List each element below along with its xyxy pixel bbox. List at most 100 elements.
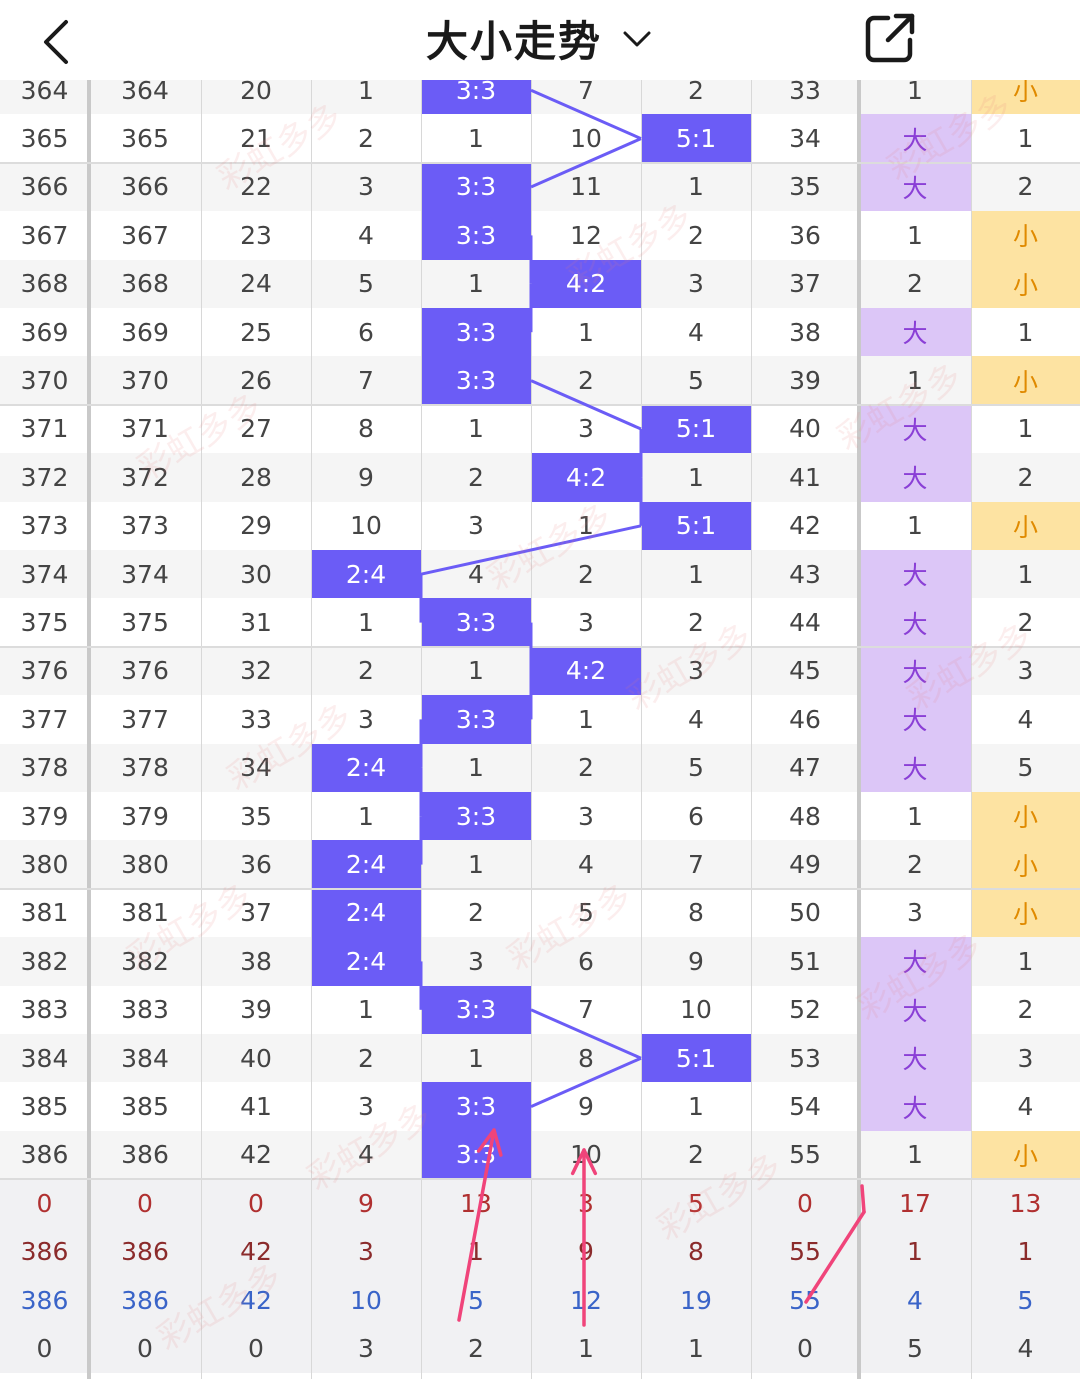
cell-ratio-4-2: 7 — [578, 80, 594, 105]
cell-small-col: 小 — [971, 1130, 1080, 1180]
table-row: 383 383 39 1 3:3 7 10 52 大 2 — [0, 985, 1080, 1034]
stats-row: 386 386 42 10 5 12 19 55 4 5 — [0, 1276, 1080, 1325]
cell-ratio-3-3: 3:3 — [421, 80, 531, 115]
cell-issue-no-2: 373 — [121, 511, 169, 541]
cell-ratio-5-1: 5 — [688, 1188, 704, 1218]
cell-ratio-6-0: 0 — [797, 1334, 813, 1364]
cell-ratio-5-1: 5 — [688, 366, 704, 396]
cell-ratio-4-2: 1 — [578, 704, 594, 734]
cell-issue-no: 365 — [20, 124, 69, 154]
cell-big-col: 2 — [907, 269, 923, 299]
cell-ratio-5-1: 8 — [688, 898, 704, 928]
cell-issue-no: 384 — [20, 1043, 69, 1073]
cell-ratio-5-1: 2 — [688, 1140, 704, 1170]
cell-ratio-4-2: 3 — [578, 414, 594, 444]
cell-col-3: 37 — [240, 898, 272, 928]
table-row: 367 367 23 4 3:3 12 2 36 1 小 — [0, 211, 1080, 260]
cell-small-col: 小 — [971, 501, 1080, 550]
cell-ratio-4-2: 12 — [570, 1285, 602, 1315]
cell-ratio-6-0: 44 — [789, 608, 821, 638]
cell-issue-no: 375 — [20, 608, 69, 638]
cell-ratio-4-2: 6 — [578, 946, 594, 976]
cell-small-col: 4 — [1017, 1334, 1034, 1364]
cell-big-col: 1 — [907, 220, 923, 250]
cell-ratio-5-1: 3 — [688, 269, 704, 299]
cell-ratio-2-4: 10 — [350, 511, 382, 541]
cell-issue-no-2: 365 — [121, 124, 169, 154]
cell-col-3: 34 — [240, 753, 272, 783]
cell-ratio-6-0: 54 — [789, 1092, 821, 1122]
stats-row: 386 386 42 3 1 9 8 55 1 1 — [0, 1227, 1080, 1276]
column-divider — [641, 80, 642, 1379]
table-row: 385 385 41 3 3:3 9 1 54 大 4 — [0, 1082, 1080, 1131]
table-row: 378 378 34 2:4 1 2 5 47 大 5 — [0, 743, 1080, 792]
cell-issue-no-2: 383 — [121, 995, 169, 1025]
cell-ratio-5-1: 1 — [688, 1334, 704, 1364]
cell-ratio-4-2: 2 — [578, 366, 594, 396]
cell-issue-no-2: 374 — [121, 559, 169, 589]
cell-big-col: 大 — [859, 598, 971, 647]
cell-ratio-3-3: 3:3 — [421, 792, 531, 841]
cell-ratio-5-1: 5:1 — [641, 501, 751, 550]
cell-big-col: 大 — [859, 1082, 971, 1131]
cell-col-3: 36 — [240, 850, 272, 880]
cell-ratio-4-2: 3 — [578, 608, 594, 638]
table-row: 379 379 35 1 3:3 3 6 48 1 小 — [0, 792, 1080, 841]
cell-ratio-5-1: 1 — [688, 559, 704, 589]
trend-table[interactable]: 364 364 20 1 3:3 7 2 33 1 小 365 365 21 2 1 10 5:1 34 大 1 366… — [0, 80, 1080, 1379]
cell-small-col: 4 — [1017, 704, 1034, 734]
cell-issue-no-2: 377 — [121, 704, 169, 734]
cell-col-3: 29 — [240, 511, 272, 541]
stats-divider — [0, 1178, 1080, 1181]
cell-ratio-3-3: 3:3 — [421, 356, 531, 405]
cell-issue-no-2: 375 — [121, 608, 169, 638]
cell-issue-no: 374 — [20, 559, 69, 589]
cell-ratio-5-1: 5:1 — [641, 404, 751, 454]
cell-ratio-3-3: 1 — [468, 124, 484, 154]
cell-col-3: 30 — [240, 559, 272, 589]
cell-ratio-4-2: 1 — [578, 317, 594, 347]
cell-ratio-6-0: 55 — [789, 1237, 821, 1267]
cell-ratio-2-4: 4 — [358, 220, 374, 250]
cell-col-3: 20 — [240, 80, 272, 105]
cell-issue-no-2: 371 — [121, 414, 169, 444]
cell-ratio-2-4: 3 — [358, 704, 374, 734]
cell-big-col: 1 — [907, 80, 923, 105]
cell-ratio-3-3: 1 — [468, 656, 484, 686]
cell-big-col: 1 — [907, 511, 923, 541]
cell-issue-no: 386 — [20, 1285, 69, 1315]
table-row: 366 366 22 3 3:3 11 1 35 大 2 — [0, 162, 1080, 212]
cell-big-col: 5 — [907, 1334, 923, 1364]
cell-issue-no-2: 0 — [137, 1334, 153, 1364]
cell-ratio-5-1: 19 — [680, 1285, 712, 1315]
cell-small-col: 5 — [1017, 1285, 1034, 1315]
cell-issue-no: 386 — [20, 1140, 69, 1170]
cell-col-3: 40 — [240, 1043, 272, 1073]
cell-issue-no: 385 — [20, 1092, 69, 1122]
cell-ratio-2-4: 3 — [358, 1334, 374, 1364]
cell-small-col: 13 — [1009, 1188, 1042, 1218]
cell-issue-no: 0 — [36, 1188, 53, 1218]
share-button[interactable] — [858, 6, 922, 70]
cell-issue-no-2: 368 — [121, 269, 169, 299]
cell-ratio-6-0: 47 — [789, 753, 821, 783]
cell-issue-no-2: 380 — [121, 850, 169, 880]
cell-ratio-4-2: 3 — [578, 801, 594, 831]
cell-big-col: 大 — [859, 695, 971, 744]
table-row: 368 368 24 5 1 4:2 3 37 2 小 — [0, 259, 1080, 308]
cell-ratio-3-3: 4 — [468, 559, 484, 589]
column-divider — [311, 80, 312, 1379]
cell-ratio-6-0: 55 — [789, 1285, 821, 1315]
cell-ratio-3-3: 3:3 — [421, 1130, 531, 1180]
cell-big-col: 大 — [859, 404, 971, 454]
cell-ratio-6-0: 42 — [789, 511, 821, 541]
cell-ratio-6-0: 39 — [789, 366, 821, 396]
cell-big-col: 1 — [907, 366, 923, 396]
cell-ratio-3-3: 2 — [468, 898, 484, 928]
cell-col-3: 26 — [240, 366, 272, 396]
cell-big-col: 大 — [859, 162, 971, 212]
cell-issue-no-2: 379 — [121, 801, 169, 831]
group-divider — [0, 161, 1080, 164]
cell-ratio-2-4: 2:4 — [311, 743, 421, 792]
cell-col-3: 39 — [240, 995, 272, 1025]
